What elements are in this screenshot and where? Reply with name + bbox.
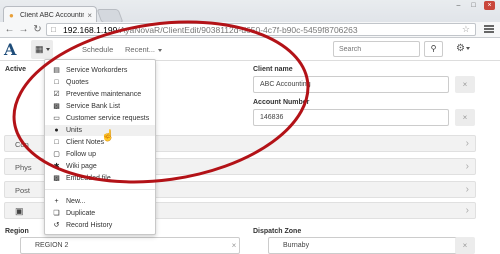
menu-item-duplicate[interactable]: ❏ Duplicate <box>45 208 155 219</box>
chevron-right-icon: › <box>465 138 469 149</box>
app-navbar: A ▦ Schedule Recent... ⚲ ⚙ <box>0 38 500 61</box>
menu-item-follow-up[interactable]: ▢ Follow up <box>45 149 155 160</box>
document-icon: □ <box>54 79 59 86</box>
building-icon: ▦ <box>35 44 44 54</box>
panel-title: Con <box>15 140 29 149</box>
dispatch-zone-label: Dispatch Zone <box>253 228 302 235</box>
hand-cursor-icon: ☝ <box>101 130 115 142</box>
back-icon[interactable]: ← <box>3 23 16 36</box>
units-icon: ▣ <box>15 206 24 216</box>
menu-item-preventive-maintenance[interactable]: ☑ Preventive maintenance <box>45 89 155 100</box>
url-text: 192.168.1.199/AyaNovaR/ClientEdit/903811… <box>63 25 358 35</box>
dot-icon: ● <box>54 127 59 134</box>
asterisk-icon: ✱ <box>53 163 60 170</box>
menu-item-quotes[interactable]: □ Quotes <box>45 77 155 88</box>
gear-icon: ⚙ <box>456 43 465 54</box>
address-bar[interactable]: □ 192.168.1.199/AyaNovaR/ClientEdit/9038… <box>46 23 476 36</box>
chevron-right-icon: › <box>465 184 469 195</box>
app-logo[interactable]: A <box>4 40 16 59</box>
note-icon: □ <box>54 139 59 146</box>
tab-close-icon[interactable]: × <box>87 11 92 20</box>
account-number-label: Account Number <box>253 99 310 106</box>
new-tab-button[interactable] <box>96 9 124 23</box>
panel-title: Post <box>15 186 31 195</box>
reload-icon[interactable]: ↻ <box>31 23 44 36</box>
clear-client-name-button[interactable]: × <box>455 76 475 93</box>
region-value: REGION 2 <box>35 242 69 249</box>
client-menu-button[interactable]: ▦ <box>31 40 53 59</box>
menu-item-new[interactable]: + New... <box>45 196 155 207</box>
checkbox-icon: ☑ <box>53 91 60 98</box>
bookmark-star-icon[interactable]: ☆ <box>462 24 470 35</box>
region-field[interactable]: REGION 2 <box>20 237 240 254</box>
client-dropdown-menu: ▤ Service Workorders □ Quotes ☑ Preventi… <box>44 59 156 235</box>
history-icon: ↺ <box>53 222 60 229</box>
tab-title: Client ABC Accounting <box>20 12 84 19</box>
chevron-down-icon <box>465 46 470 50</box>
dispatch-zone-field[interactable]: Burnaby <box>268 237 458 254</box>
search-button[interactable]: ⚲ <box>424 41 443 57</box>
clear-region-button[interactable]: × <box>224 237 244 254</box>
bus-icon: ▩ <box>53 103 60 110</box>
search-input[interactable] <box>333 41 420 57</box>
menu-item-wiki-page[interactable]: ✱ Wiki page <box>45 161 155 172</box>
image-icon: ▩ <box>53 175 60 182</box>
page-icon: □ <box>51 25 56 34</box>
menu-item-client-notes[interactable]: □ Client Notes <box>45 137 155 148</box>
region-label: Region <box>5 228 29 235</box>
laptop-icon: ▭ <box>53 115 60 122</box>
menu-item-record-history[interactable]: ↺ Record History <box>45 220 155 231</box>
menu-item-service-bank-list[interactable]: ▩ Service Bank List <box>45 101 155 112</box>
clipboard-icon: ▤ <box>53 67 60 74</box>
menu-item-embedded-file[interactable]: ▩ Embedded file <box>45 173 155 184</box>
forward-icon[interactable]: → <box>17 23 30 36</box>
favicon-icon: ● <box>9 11 14 20</box>
chevron-right-icon: › <box>465 161 469 172</box>
plus-icon: + <box>54 198 59 205</box>
duplicate-icon: ❏ <box>53 210 60 217</box>
minimize-button[interactable]: – <box>453 1 464 10</box>
clear-dispatch-zone-button[interactable]: × <box>455 237 475 254</box>
settings-menu[interactable]: ⚙ <box>456 43 470 54</box>
active-label: Active <box>5 66 27 73</box>
chevron-down-icon <box>158 48 163 52</box>
panel-title: Phys <box>15 163 32 172</box>
client-name-field[interactable]: ABC Accounting <box>253 76 449 93</box>
recent-menu[interactable]: Recent... <box>125 45 163 54</box>
schedule-link[interactable]: Schedule <box>82 45 113 54</box>
followup-icon: ▢ <box>53 151 60 158</box>
menu-item-units[interactable]: ● Units <box>45 125 155 136</box>
menu-item-service-workorders[interactable]: ▤ Service Workorders <box>45 65 155 76</box>
search-icon: ⚲ <box>430 44 437 53</box>
close-window-button[interactable]: × <box>484 1 495 10</box>
client-name-label: Client name <box>253 66 293 73</box>
menu-divider <box>45 189 155 190</box>
maximize-button[interactable]: □ <box>468 1 479 10</box>
browser-toolbar: ← → ↻ □ 192.168.1.199/AyaNovaR/ClientEdi… <box>0 22 500 38</box>
clear-account-number-button[interactable]: × <box>455 109 475 126</box>
chevron-down-icon <box>46 48 50 51</box>
browser-menu-icon[interactable] <box>482 24 496 36</box>
account-number-field[interactable]: 146836 <box>253 109 449 126</box>
dispatch-zone-value: Burnaby <box>283 242 310 249</box>
menu-item-customer-service-requests[interactable]: ▭ Customer service requests <box>45 113 155 124</box>
chevron-right-icon: › <box>465 205 469 216</box>
